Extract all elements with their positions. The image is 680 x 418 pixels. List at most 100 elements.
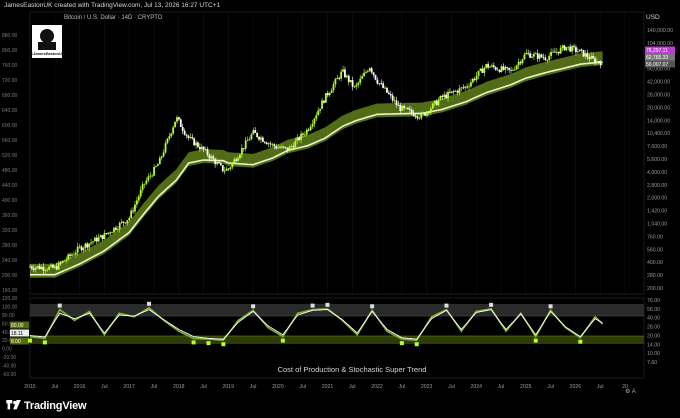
chart-svg[interactable]: @JamesEastonUK Bitcoin / U.S. Dollar · 1… bbox=[0, 0, 680, 418]
cost-tick-label: 400.00 bbox=[2, 198, 18, 204]
candle-body bbox=[334, 79, 337, 85]
candle-body bbox=[31, 266, 33, 269]
candle-body bbox=[92, 241, 94, 243]
candle-body bbox=[61, 260, 64, 263]
candle-body bbox=[172, 127, 175, 134]
candle-body bbox=[101, 235, 104, 240]
candle-body bbox=[534, 53, 537, 55]
oversold-marker bbox=[42, 340, 47, 345]
candle-body bbox=[428, 112, 430, 113]
candle-body bbox=[586, 53, 589, 58]
candle-body bbox=[416, 116, 419, 119]
candle-body bbox=[405, 107, 407, 109]
candle-body bbox=[78, 246, 81, 248]
osc-right-tick-label: 28.00 bbox=[647, 325, 660, 331]
oversold-marker bbox=[399, 341, 404, 346]
cost-tick-label: 680.00 bbox=[2, 93, 18, 99]
candle-body bbox=[156, 164, 159, 167]
candle-body bbox=[32, 268, 35, 270]
candle-body bbox=[82, 247, 85, 251]
candle-body bbox=[40, 266, 43, 269]
osc-tick-label: 0.00 bbox=[2, 347, 12, 353]
candle-body bbox=[103, 233, 106, 240]
candle-body bbox=[36, 266, 39, 268]
candle-body bbox=[235, 159, 238, 161]
candle-body bbox=[281, 146, 283, 148]
x-tick-label: Jul bbox=[299, 384, 306, 390]
logo-badge: @JamesEastonUK bbox=[29, 25, 65, 58]
osc-tick-label: 100.00 bbox=[2, 304, 18, 310]
candle-body bbox=[218, 162, 220, 164]
candle-body bbox=[529, 53, 532, 58]
candle-body bbox=[456, 90, 459, 93]
candle-body bbox=[46, 269, 49, 271]
candle-body bbox=[237, 158, 239, 161]
candle-body bbox=[342, 69, 344, 72]
candle-body bbox=[599, 62, 602, 66]
candle-body bbox=[151, 175, 154, 177]
osc-tick-label: -60.00 bbox=[2, 372, 16, 378]
osc-right-tick-label: 20.00 bbox=[647, 333, 660, 339]
candle-body bbox=[500, 66, 503, 72]
osc-tag-label: 18.11 bbox=[11, 331, 23, 337]
candle-body bbox=[97, 237, 100, 242]
candle-body bbox=[555, 51, 558, 53]
osc-right-tick-label: 10.00 bbox=[647, 351, 660, 357]
candle-body bbox=[552, 51, 554, 53]
candle-body bbox=[52, 264, 54, 268]
tradingview-brand: TradingView bbox=[24, 400, 87, 412]
overbought-marker bbox=[251, 304, 256, 309]
candle-body bbox=[231, 162, 234, 168]
candle-body bbox=[326, 93, 329, 96]
axis-controls[interactable]: ⚙ A bbox=[625, 388, 636, 395]
x-tick-label: Jul bbox=[399, 384, 406, 390]
candle-body bbox=[527, 52, 530, 54]
candle-body bbox=[475, 75, 478, 80]
candle-body bbox=[277, 147, 280, 149]
price-tick-label: 1,040.00 bbox=[647, 222, 667, 228]
x-tick-label: Jul bbox=[101, 384, 108, 390]
cost-tick-label: 520.00 bbox=[2, 153, 18, 159]
candle-body bbox=[443, 94, 446, 98]
candle-body bbox=[592, 56, 595, 59]
candle-body bbox=[525, 52, 528, 55]
x-tick-label: 2018 bbox=[173, 384, 185, 390]
price-tick-label: 2,000.00 bbox=[647, 196, 667, 202]
candle-body bbox=[53, 266, 56, 268]
overbought-marker bbox=[146, 301, 151, 306]
candle-body bbox=[242, 148, 245, 149]
candle-body bbox=[57, 262, 60, 270]
price-tag-label: 56,007.07 bbox=[646, 62, 668, 68]
price-tick-label: 14,000.00 bbox=[647, 118, 670, 124]
candle-body bbox=[250, 134, 253, 140]
candle-body bbox=[565, 47, 568, 51]
candle-body bbox=[437, 99, 440, 106]
candle-body bbox=[374, 74, 377, 80]
candle-body bbox=[387, 92, 390, 95]
candle-body bbox=[483, 67, 486, 73]
oversold-marker bbox=[414, 342, 419, 347]
candle-body bbox=[135, 200, 138, 205]
candle-body bbox=[195, 142, 197, 146]
candle-body bbox=[414, 116, 417, 117]
symbol-title: Bitcoin / U.S. Dollar · 14D · CRYPTO bbox=[64, 15, 163, 21]
candle-body bbox=[59, 262, 62, 264]
candle-body bbox=[588, 57, 591, 60]
candle-body bbox=[359, 78, 362, 83]
candle-body bbox=[29, 266, 31, 268]
candle-body bbox=[569, 46, 572, 52]
cost-tick-label: 600.00 bbox=[2, 123, 18, 129]
candle-body bbox=[181, 126, 184, 131]
candle-body bbox=[542, 57, 545, 58]
candle-body bbox=[468, 86, 470, 88]
candle-body bbox=[550, 51, 553, 56]
x-tick-label: 2026 bbox=[570, 384, 582, 390]
candle-body bbox=[512, 69, 514, 71]
candle-body bbox=[582, 49, 585, 57]
x-tick-label: 2015 bbox=[24, 384, 36, 390]
candle-body bbox=[305, 129, 308, 135]
candle-body bbox=[548, 55, 551, 61]
candle-body bbox=[580, 49, 583, 51]
cost-tick-label: 560.00 bbox=[2, 138, 18, 144]
price-tick-label: 42,000.00 bbox=[647, 80, 670, 86]
